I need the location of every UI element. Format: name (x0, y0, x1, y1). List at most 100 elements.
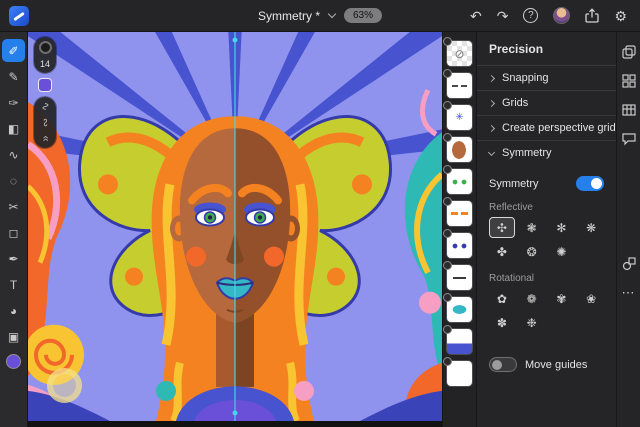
chevron-right-icon (488, 74, 495, 81)
undo-button[interactable]: ↶ (470, 9, 482, 23)
rail-pressure-curve[interactable]: ∾ (40, 117, 49, 128)
layer-thumbnail[interactable] (447, 105, 472, 130)
section-label: Snapping (502, 72, 549, 84)
grid-panel-button[interactable] (621, 102, 637, 118)
layer-badge-icon[interactable] (443, 133, 452, 142)
strip-bottom-group: ⋯ (621, 256, 637, 301)
symmetry-toggle[interactable] (576, 176, 604, 191)
tool-eraser[interactable]: ◧ (2, 117, 25, 140)
rail-collapse-rail[interactable]: « (42, 133, 48, 144)
reflective-mandala-1[interactable]: ✤ (489, 241, 515, 262)
tool-type[interactable]: T (2, 273, 25, 296)
layer-badge-icon[interactable] (443, 357, 452, 366)
tool-live-brush[interactable]: ✑ (2, 91, 25, 114)
tool-place-image[interactable]: ▣ (2, 325, 25, 348)
rail-smoothing-curve[interactable]: ∿ (40, 101, 49, 112)
section-grids[interactable]: Grids (477, 90, 616, 115)
tool-icon: ∿ (8, 148, 18, 162)
symmetry-section-body: Symmetry Reflective ✣ ❃ (477, 165, 616, 372)
symmetry-pattern-icon: ✻ (556, 221, 566, 235)
reflective-mandala-2[interactable]: ❂ (519, 241, 545, 262)
main-row: ✐ ✎ ✑ ◧ ∿ (0, 32, 640, 427)
reflective-6-axis[interactable]: ✻ (549, 217, 575, 238)
reflective-2-axis[interactable]: ✣ (489, 217, 515, 238)
rotational-4[interactable]: ✾ (549, 288, 575, 309)
layer-badge-icon[interactable] (443, 69, 452, 78)
move-guides-toggle[interactable] (489, 357, 517, 372)
layer-thumbnail[interactable] (447, 265, 472, 290)
precision-panel: Precision Snapping Grids Create perspect… (476, 32, 616, 427)
share-button[interactable] (585, 8, 599, 23)
zoom-level-badge[interactable]: 63% (344, 8, 382, 23)
fresco-app: Symmetry * 63% ↶ ↷ ? ⚙ (0, 0, 640, 427)
layer-thumbnail[interactable] (447, 297, 472, 322)
tool-lasso-select[interactable]: ◌ (2, 169, 25, 192)
brush-size-slider[interactable] (39, 41, 52, 54)
share-icon (585, 8, 599, 23)
rotational-6[interactable]: ❀ (578, 288, 604, 309)
panel-switcher-strip: ⋯ (616, 32, 640, 427)
layer-thumbnail[interactable] (447, 233, 472, 258)
layer-thumbnail[interactable] (447, 73, 472, 98)
account-button[interactable] (553, 7, 570, 24)
reflective-4-axis[interactable]: ❃ (519, 217, 545, 238)
tool-icon: ✑ (8, 96, 18, 110)
layer-badge-icon[interactable] (443, 37, 452, 46)
tool-icon: ✂ (8, 200, 18, 214)
libraries-panel-button[interactable] (621, 73, 637, 89)
color-puck[interactable] (6, 354, 21, 369)
layer-badge-icon[interactable] (443, 325, 452, 334)
symmetry-toggle-label: Symmetry (489, 178, 576, 190)
tool-shape[interactable]: ◻ (2, 221, 25, 244)
touch-shortcut[interactable] (47, 368, 82, 403)
reflective-8-axis[interactable]: ❋ (578, 217, 604, 238)
layer-badge-icon[interactable] (443, 197, 452, 206)
section-perspective-grid[interactable]: Create perspective grid (477, 115, 616, 140)
layer-thumbnail[interactable] (447, 137, 472, 162)
tool-paint-brush[interactable]: ✐ (2, 39, 25, 62)
redo-button[interactable]: ↷ (497, 9, 509, 23)
layer-thumbnail[interactable] (447, 41, 472, 66)
document-title-menu[interactable]: Symmetry * 63% (258, 0, 382, 31)
more-options-button[interactable]: ⋯ (622, 285, 636, 301)
layer-thumbnail[interactable] (447, 329, 472, 354)
layers-panel-button[interactable] (621, 44, 637, 60)
layer-badge-icon[interactable] (443, 229, 452, 238)
comments-panel-button[interactable] (621, 131, 637, 147)
section-symmetry[interactable]: Symmetry (477, 140, 616, 165)
avatar (553, 7, 570, 24)
layer-thumbnail[interactable] (447, 201, 472, 226)
rotational-2[interactable]: ✿ (489, 288, 515, 309)
tool-fill[interactable]: ◕ (2, 299, 25, 322)
canvas-artwork[interactable] (28, 32, 442, 421)
rotational-8[interactable]: ✽ (489, 312, 515, 333)
tool-pen[interactable]: ✒ (2, 247, 25, 270)
chevron-down-icon (328, 10, 336, 18)
layer-thumbnail[interactable] (447, 169, 472, 194)
layer-badge-icon[interactable] (443, 101, 452, 110)
help-icon: ? (523, 8, 538, 23)
shapes-panel-button[interactable] (621, 256, 637, 272)
layer-badge-icon[interactable] (443, 165, 452, 174)
rail-icon: « (40, 135, 51, 141)
home-icon[interactable] (9, 6, 29, 26)
active-color-swatch[interactable] (38, 78, 52, 92)
layer-badge-icon[interactable] (443, 293, 452, 302)
tool-pixel-brush[interactable]: ✎ (2, 65, 25, 88)
rotational-3[interactable]: ❁ (519, 288, 545, 309)
rotational-12[interactable]: ❉ (519, 312, 545, 333)
reflective-label: Reflective (489, 202, 604, 213)
settings-button[interactable]: ⚙ (614, 9, 627, 23)
section-snapping[interactable]: Snapping (477, 65, 616, 90)
symmetry-pattern-icon: ❀ (586, 292, 596, 306)
panel-title: Precision (477, 32, 616, 65)
layer-badge-icon[interactable] (443, 261, 452, 270)
tool-smudge[interactable]: ∿ (2, 143, 25, 166)
tool-icon: ✒ (8, 252, 18, 266)
help-button[interactable]: ? (523, 8, 538, 23)
reflective-mandala-3[interactable]: ✺ (549, 241, 575, 262)
topbar-actions: ↶ ↷ ? ⚙ (470, 7, 640, 24)
chevron-right-icon (488, 124, 495, 131)
layer-thumbnail[interactable] (447, 361, 472, 386)
tool-vector-trim[interactable]: ✂ (2, 195, 25, 218)
